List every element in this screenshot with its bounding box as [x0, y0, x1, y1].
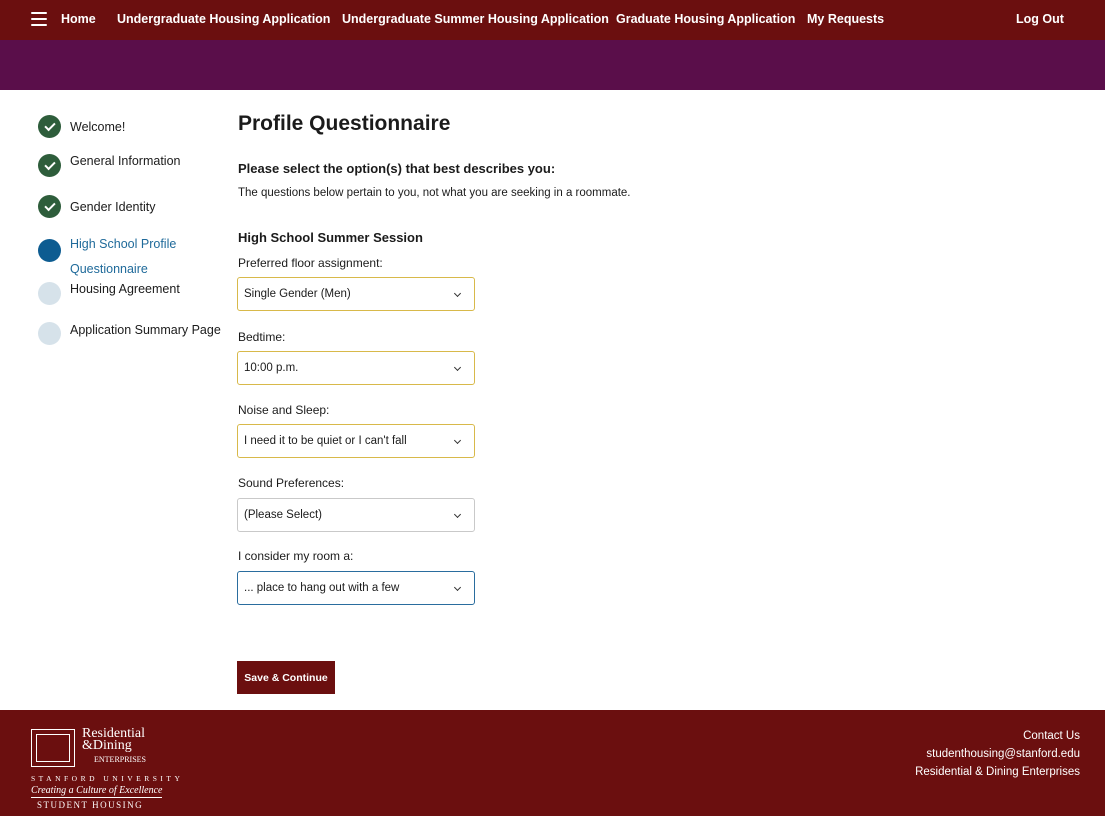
logo-stanford: STANFORD UNIVERSITY — [31, 774, 184, 783]
rde-logo[interactable]: Residential &Dining ENTERPRISES STANFORD… — [30, 727, 190, 816]
select-value: (Please Select) — [244, 509, 322, 521]
room-consider-label: I consider my room a: — [238, 549, 354, 563]
logo-culture: Creating a Culture of Excellence — [31, 785, 163, 798]
page-title: Profile Questionnaire — [238, 112, 451, 135]
step-complete-icon — [38, 154, 61, 177]
step-label: Welcome! — [70, 120, 126, 134]
instruction-text: The questions below pertain to you, not … — [238, 187, 631, 199]
chevron-down-icon — [453, 510, 462, 519]
contact-us-link[interactable]: Contact Us — [915, 727, 1080, 745]
step-label: General Information — [70, 154, 181, 168]
instruction-heading: Please select the option(s) that best de… — [238, 161, 556, 176]
bedtime-label: Bedtime: — [238, 330, 286, 344]
select-value: ... place to hang out with a few — [244, 582, 400, 594]
footer-contact: Contact Us studenthousing@stanford.edu R… — [915, 727, 1080, 781]
save-continue-button[interactable]: Save & Continue — [237, 661, 335, 694]
select-value: I need it to be quiet or I can't fall — [244, 435, 407, 447]
floor-assignment-select[interactable]: Single Gender (Men) — [237, 277, 475, 311]
nav-undergraduate-housing[interactable]: Undergraduate Housing Application — [117, 12, 330, 26]
select-value: Single Gender (Men) — [244, 288, 351, 300]
chevron-down-icon — [453, 583, 462, 592]
bedtime-select[interactable]: 10:00 p.m. — [237, 351, 475, 385]
chevron-down-icon — [453, 436, 462, 445]
chevron-down-icon — [453, 289, 462, 298]
top-navigation-bar: Home Undergraduate Housing Application U… — [0, 0, 1105, 40]
checkmark-icon — [43, 158, 56, 170]
logo-dining: &Dining — [82, 738, 132, 753]
select-value: 10:00 p.m. — [244, 362, 299, 374]
step-application-summary[interactable]: Application Summary Page — [38, 322, 221, 345]
step-pending-icon — [38, 322, 61, 345]
nav-undergraduate-summer-housing[interactable]: Undergraduate Summer Housing Application — [342, 12, 609, 26]
step-pending-icon — [38, 282, 61, 305]
step-gender-identity[interactable]: Gender Identity — [38, 195, 155, 220]
noise-sleep-label: Noise and Sleep: — [238, 403, 330, 417]
email-link[interactable]: studenthousing@stanford.edu — [915, 745, 1080, 763]
step-label-line1: High School Profile — [70, 237, 177, 251]
floor-assignment-label: Preferred floor assignment: — [238, 256, 383, 270]
checkmark-icon — [43, 199, 56, 211]
nav-log-out[interactable]: Log Out — [1016, 12, 1064, 26]
org-link[interactable]: Residential & Dining Enterprises — [915, 763, 1080, 781]
room-consider-select[interactable]: ... place to hang out with a few — [237, 571, 475, 605]
chevron-down-icon — [453, 363, 462, 372]
noise-sleep-select[interactable]: I need it to be quiet or I can't fall — [237, 424, 475, 458]
nav-home[interactable]: Home — [61, 12, 96, 26]
step-label: Gender Identity — [70, 200, 156, 214]
step-label: Application Summary Page — [70, 323, 221, 337]
step-welcome[interactable]: Welcome! — [38, 115, 125, 140]
step-complete-icon — [38, 195, 61, 218]
step-complete-icon — [38, 115, 61, 138]
nav-graduate-housing[interactable]: Graduate Housing Application — [616, 12, 795, 26]
hamburger-menu-icon[interactable] — [31, 12, 47, 26]
step-high-school-profile-questionnaire[interactable]: High School Profile Questionnaire — [38, 237, 176, 282]
sound-preferences-label: Sound Preferences: — [238, 476, 345, 490]
logo-wordmark: Residential &Dining ENTERPRISES — [82, 727, 147, 766]
section-heading: High School Summer Session — [238, 230, 423, 245]
logo-emblem-icon — [31, 729, 75, 767]
sound-preferences-select[interactable]: (Please Select) — [237, 498, 475, 532]
nav-my-requests[interactable]: My Requests — [807, 12, 884, 26]
step-general-information[interactable]: General Information — [38, 154, 180, 177]
step-current-icon — [38, 239, 61, 262]
step-label: Housing Agreement — [70, 282, 180, 296]
logo-student-housing: STUDENT HOUSING — [37, 800, 144, 810]
header-banner — [0, 40, 1105, 90]
logo-enterprises: ENTERPRISES — [94, 755, 147, 764]
footer: Residential &Dining ENTERPRISES STANFORD… — [0, 710, 1105, 816]
main-content: Profile Questionnaire Please select the … — [237, 112, 858, 605]
step-housing-agreement[interactable]: Housing Agreement — [38, 282, 180, 305]
checkmark-icon — [43, 119, 56, 131]
